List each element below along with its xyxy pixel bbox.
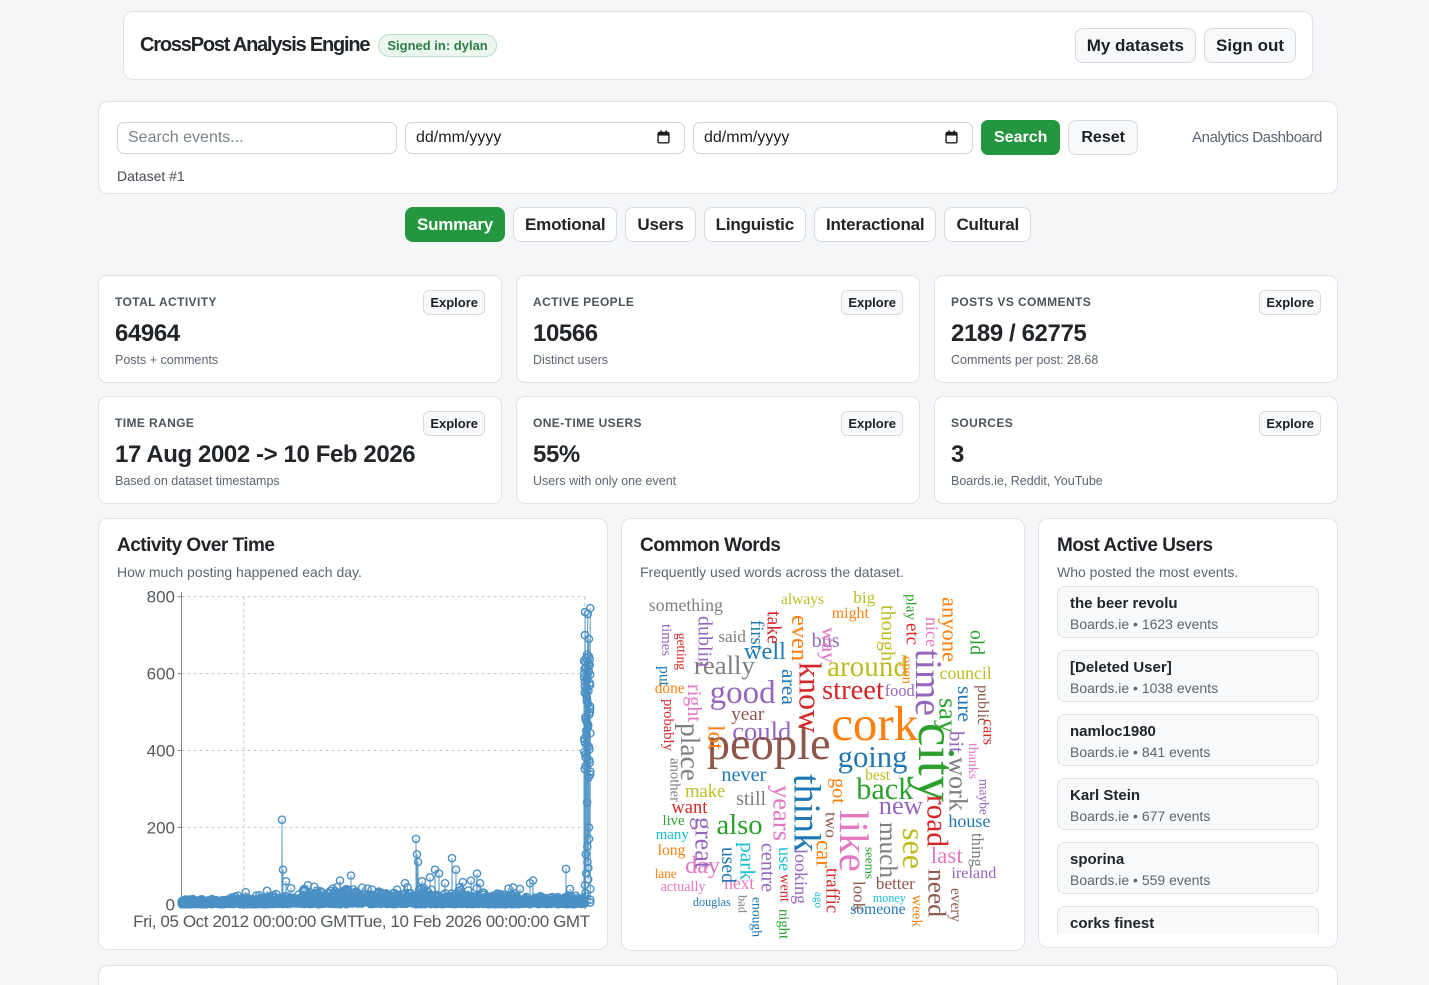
svg-text:600: 600 — [147, 665, 175, 684]
svg-text:Tue, 10 Feb 2026 00:00:00 GMT: Tue, 10 Feb 2026 00:00:00 GMT — [354, 912, 589, 931]
svg-text:200: 200 — [147, 818, 175, 837]
svg-text:400: 400 — [147, 742, 175, 761]
svg-text:Fri, 05 Oct 2012 00:00:00 GMT: Fri, 05 Oct 2012 00:00:00 GMT — [133, 912, 357, 931]
svg-text:800: 800 — [147, 588, 175, 607]
